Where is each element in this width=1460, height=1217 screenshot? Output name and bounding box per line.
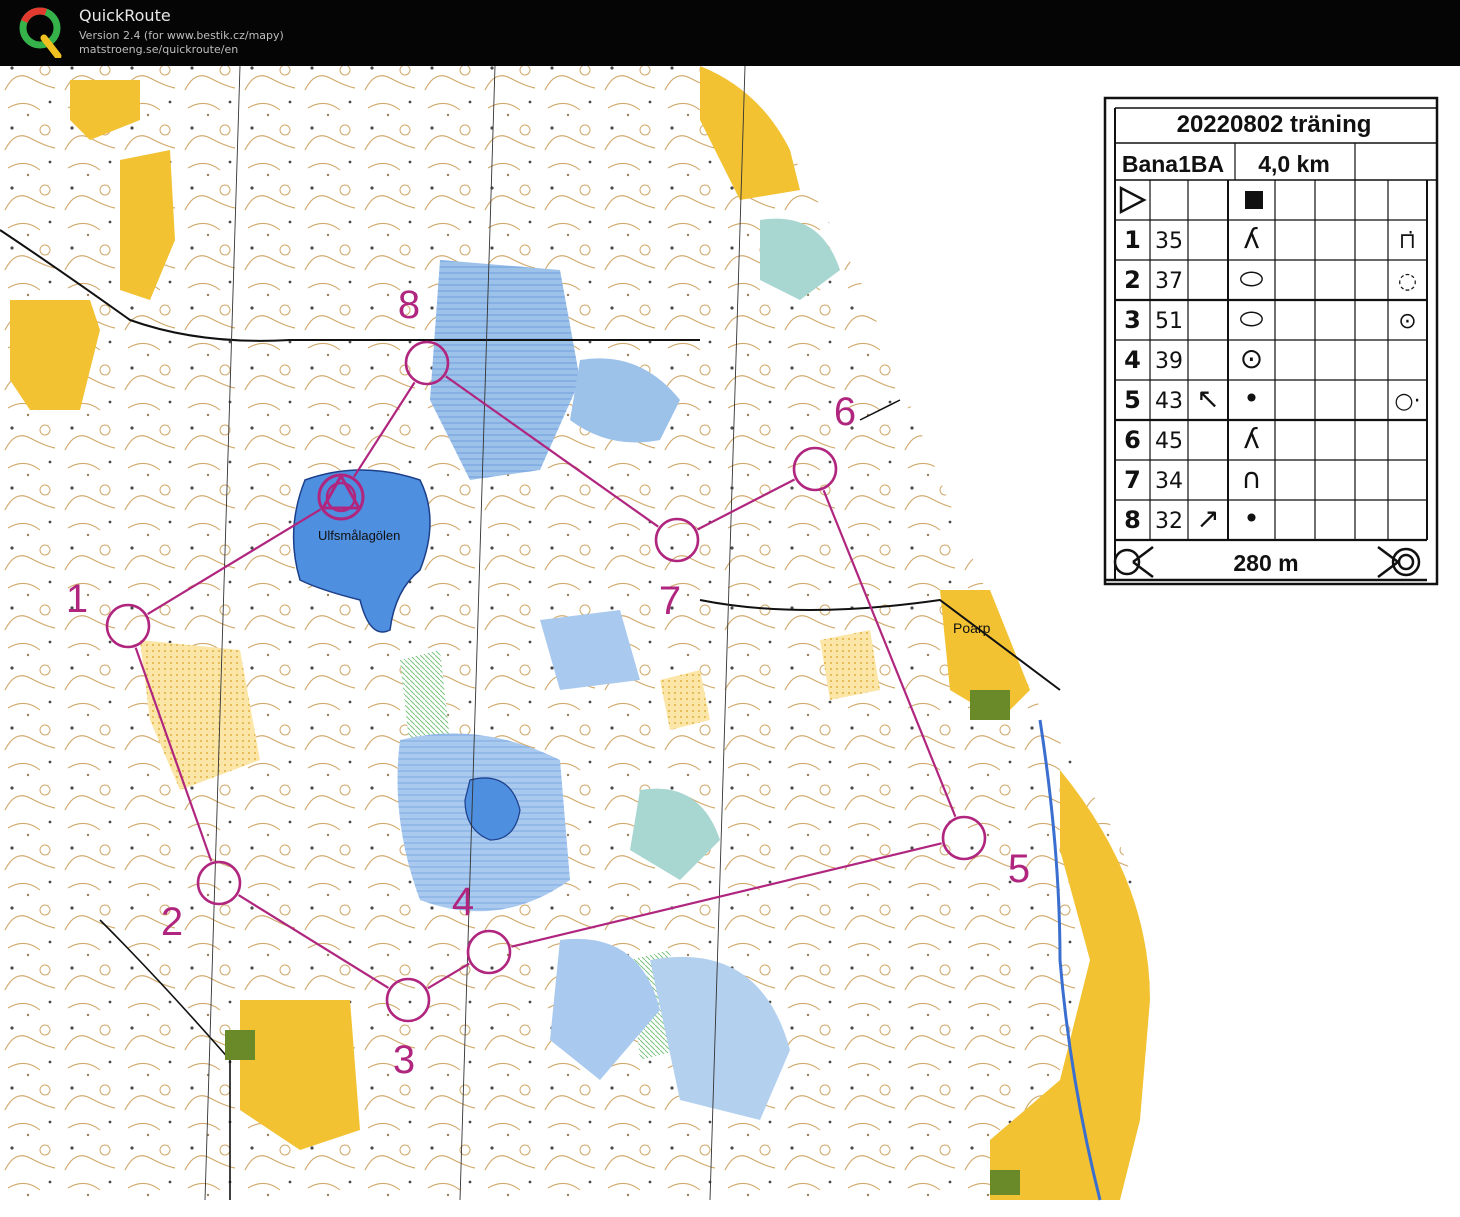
control-number: 1 [66, 577, 88, 621]
control-description-sheet: 20220802 träning Bana1BA 4,0 km 1 35 ʎ ⊓̇2 3… [1103, 96, 1439, 586]
description-control-number: 5 [1124, 386, 1141, 414]
place-label: Poarp [953, 620, 991, 636]
description-control-number: 3 [1124, 306, 1141, 334]
start-marker-icon [1245, 191, 1263, 209]
description-control-number: 8 [1124, 506, 1141, 534]
description-detail: ◌ [1398, 269, 1417, 294]
course-name: Bana1BA [1122, 151, 1224, 177]
description-control-code: 39 [1155, 349, 1183, 374]
description-control-code: 35 [1155, 229, 1183, 254]
event-name: 20220802 träning [1177, 111, 1372, 138]
control-number: 6 [834, 390, 856, 434]
control-number: 4 [452, 880, 474, 924]
description-control-code: 37 [1155, 269, 1183, 294]
title-bar: QuickRoute Version 2.4 (for www.bestik.c… [0, 0, 1460, 66]
description-feature: ⬭ [1240, 262, 1264, 295]
description-feature: ʎ [1243, 422, 1260, 455]
description-control-number: 6 [1124, 426, 1141, 454]
description-control-number: 4 [1124, 346, 1141, 374]
description-control-number: 7 [1124, 466, 1141, 494]
control-number: 5 [1008, 847, 1030, 891]
control-number: 8 [398, 283, 420, 327]
description-feature: ∩ [1241, 462, 1262, 495]
description-control-code: 45 [1155, 429, 1183, 454]
orienteering-map[interactable]: Ulfsmålagölen Poarp 12345678 20220802 tr… [0, 66, 1460, 1217]
description-detail: ○· [1394, 389, 1420, 414]
lake-label: Ulfsmålagölen [318, 528, 400, 543]
app-title: QuickRoute [79, 6, 171, 25]
control-number: 7 [659, 579, 681, 623]
app-url: matstroeng.se/quickroute/en [79, 43, 239, 56]
description-detail: ⊓̇ [1399, 229, 1416, 254]
description-feature: • [1243, 502, 1260, 535]
description-control-code: 34 [1155, 469, 1183, 494]
finish-distance: 280 m [1233, 550, 1298, 576]
course-length: 4,0 km [1258, 151, 1330, 177]
control-number: 3 [393, 1038, 415, 1082]
app-version: Version 2.4 (for www.bestik.cz/mapy) [79, 29, 284, 42]
description-feature: ⊙ [1240, 342, 1263, 375]
description-direction: ↖ [1196, 382, 1219, 415]
description-control-code: 32 [1155, 509, 1183, 534]
description-control-number: 2 [1124, 266, 1141, 294]
description-control-number: 1 [1124, 226, 1141, 254]
description-control-code: 43 [1155, 389, 1183, 414]
description-detail: ⊙ [1398, 309, 1416, 334]
control-number: 2 [161, 900, 183, 944]
description-feature: • [1243, 382, 1260, 415]
description-feature: ʎ [1243, 222, 1260, 255]
description-feature: ⬭ [1240, 302, 1264, 335]
quickroute-logo-icon [19, 7, 62, 58]
description-control-code: 51 [1155, 309, 1183, 334]
description-direction: ↗ [1196, 502, 1219, 535]
